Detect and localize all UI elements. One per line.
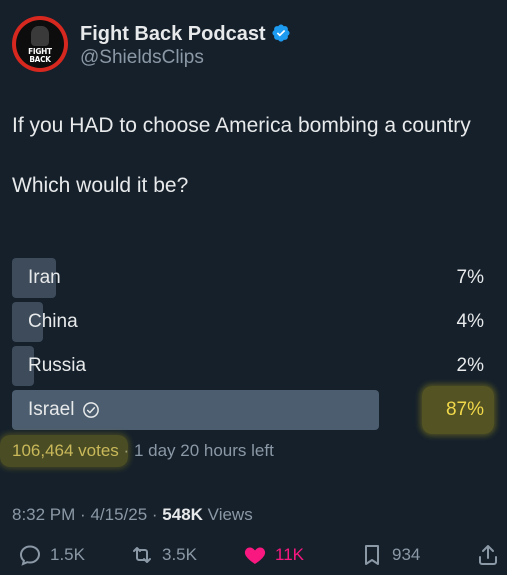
check-circle-icon: [83, 402, 100, 418]
like-count: 11K: [275, 545, 304, 564]
separator-dot: ·: [151, 505, 163, 524]
poll-option-text: Israel: [28, 399, 75, 420]
verified-badge-icon: [272, 24, 290, 42]
author-handle[interactable]: @ShieldsClips: [80, 47, 204, 69]
poll-option: Israel 87%: [12, 386, 494, 434]
views-count: 548K: [162, 505, 203, 524]
like-button[interactable]: 11K: [243, 543, 304, 567]
poll-option-percent: 2%: [456, 355, 484, 376]
post-meta: 8:32 PM · 4/15/25 · 548K Views: [12, 505, 253, 525]
post-header: FIGHT BACK Fight Back Podcast @ShieldsCl…: [12, 16, 492, 72]
separator-dot: ·: [80, 505, 91, 524]
heart-icon: [244, 547, 266, 564]
post-time[interactable]: 8:32 PM: [12, 505, 75, 524]
post-date[interactable]: 4/15/25: [90, 505, 147, 524]
poll-time-left: 1 day 20 hours left: [133, 441, 274, 460]
bookmark-icon: [365, 545, 379, 565]
poll-option: Russia 2%: [12, 346, 494, 386]
bookmark-count: 934: [392, 545, 421, 564]
share-icon: [479, 545, 497, 565]
poll-option-label: Russia: [28, 355, 86, 377]
repost-count: 3.5K: [162, 545, 197, 564]
avatar-logo: FIGHT BACK: [16, 20, 64, 68]
poll-option-label: Iran: [28, 267, 61, 289]
reply-button[interactable]: 1.5K: [18, 543, 85, 567]
poll-option-percent: 4%: [456, 311, 484, 332]
reply-count: 1.5K: [50, 545, 85, 564]
bookmark-button[interactable]: 934: [360, 543, 420, 567]
author-name-text[interactable]: Fight Back Podcast: [80, 23, 266, 45]
avatar-figure: [31, 26, 49, 46]
poll-vote-count: 106,464 votes: [12, 441, 119, 460]
author-name[interactable]: Fight Back Podcast: [80, 23, 291, 46]
poll-option-text: Russia: [28, 355, 87, 376]
poll-option-percent: 87%: [445, 399, 484, 420]
poll-option-text: China: [28, 311, 78, 332]
poll-option-label: Israel: [28, 399, 100, 421]
share-button[interactable]: [476, 543, 507, 567]
post-text: If you HAD to choose America bombing a c…: [12, 111, 482, 201]
post-text-line: If you HAD to choose America bombing a c…: [12, 114, 471, 137]
poll-footer: 106,464 votes · 1 day 20 hours left: [12, 441, 274, 461]
post-text-line: Which would it be?: [12, 174, 189, 197]
action-bar: 1.5K 3.5K 11K 934: [0, 543, 507, 575]
views-label: Views: [207, 505, 253, 524]
avatar[interactable]: FIGHT BACK: [12, 16, 68, 72]
poll: Iran 7% China 4% Russia 2% Israel 87%: [12, 258, 494, 434]
repost-button[interactable]: 3.5K: [130, 543, 197, 567]
avatar-logo-text: FIGHT BACK: [28, 47, 52, 64]
poll-option: Iran 7%: [12, 258, 494, 298]
repost-icon: [133, 547, 151, 563]
poll-option-label: China: [28, 311, 78, 333]
poll-option-percent: 7%: [456, 267, 484, 288]
reply-icon: [19, 545, 41, 566]
poll-option: China 4%: [12, 302, 494, 342]
poll-option-text: Iran: [28, 267, 61, 288]
